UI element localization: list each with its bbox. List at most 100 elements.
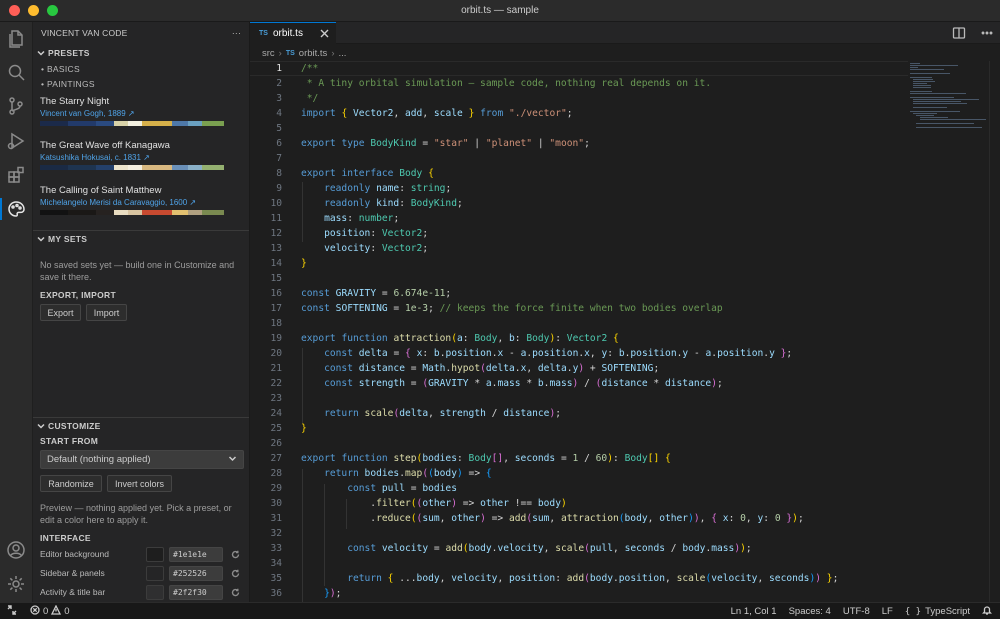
cursor-position[interactable]: Ln 1, Col 1 [731,606,777,617]
maximize-window-button[interactable] [47,5,58,16]
run-debug-icon[interactable] [6,131,26,151]
export-import-label: EXPORT, IMPORT [40,290,116,300]
language-label: TypeScript [925,606,970,617]
palette-extension-icon[interactable] [6,199,26,219]
problems-indicator[interactable]: 0 0 [30,604,70,618]
source-control-icon[interactable] [6,96,26,116]
export-button[interactable]: Export [40,304,81,321]
remote-indicator[interactable] [0,603,24,619]
minimap-line [913,87,931,88]
painting-preset-starry-night[interactable]: The Starry Night Vincent van Gogh, 1889 … [40,96,244,126]
extensions-icon[interactable] [6,165,26,185]
color-preview-box[interactable] [146,584,164,600]
code-line: 30 .filter((other) => other !== body) [270,498,567,509]
code-line: 36 }); [270,588,342,599]
minimap-line [910,97,954,98]
code-editor[interactable]: 1/** 2 * A tiny orbital simulation — sam… [250,61,908,602]
typescript-file-icon: TS [259,30,268,37]
painting-title: The Starry Night [40,96,110,107]
preset-group-basics[interactable]: • BASICS [41,64,80,74]
painting-preset-calling-of-saint-matthew[interactable]: The Calling of Saint Matthew Michelangel… [40,185,244,215]
preset-group-paintings[interactable]: • PAINTINGS [41,79,95,89]
minimize-window-button[interactable] [28,5,39,16]
vertical-scrollbar[interactable] [989,61,999,602]
chevron-right-icon: › [278,47,282,59]
color-preview-box[interactable] [146,546,164,562]
editor-actions [952,26,994,40]
code-line: 6 export type BodyKind = "star" | "planet… [276,138,590,149]
color-row-activity-title-bar: Activity & title bar #2f2f30 [40,584,244,600]
section-divider [33,230,249,231]
notifications-icon[interactable] [981,605,993,618]
chevron-right-icon: › [331,47,335,59]
color-swatch [114,165,128,170]
color-swatch [40,210,54,215]
color-swatch [82,210,96,215]
explorer-icon[interactable] [6,28,26,48]
code-line: 2 * A tiny orbital simulation — sample c… [276,78,712,89]
minimap-line [910,67,918,68]
color-swatch [158,210,172,215]
color-swatch [142,210,158,215]
import-button[interactable]: Import [86,304,127,321]
painting-title: The Calling of Saint Matthew [40,185,162,196]
color-swatch [82,165,96,170]
breadcrumb-symbol[interactable]: ... [338,48,346,59]
randomize-button[interactable]: Randomize [40,475,102,492]
reset-icon[interactable] [231,550,240,559]
split-editor-icon[interactable] [952,26,966,40]
color-swatch [172,165,188,170]
my-sets-section-header[interactable]: MY SETS [37,234,87,244]
reset-icon[interactable] [231,588,240,597]
account-icon[interactable] [6,540,26,560]
more-actions-button[interactable]: ··· [232,28,241,42]
color-hex-input[interactable]: #252526 [169,565,223,581]
minimap-line [913,101,961,102]
painting-preset-great-wave[interactable]: The Great Wave off Kanagawa Katsushika H… [40,140,244,170]
settings-gear-icon[interactable] [6,574,26,594]
start-from-select[interactable]: Default (nothing applied) [40,450,244,469]
language-mode[interactable]: { } TypeScript [905,606,970,617]
end-of-line[interactable]: LF [882,606,893,617]
painting-artist-link[interactable]: Vincent van Gogh, 1889 ↗ [40,109,244,118]
code-line: 18 [270,318,282,329]
status-bar: 0 0 Ln 1, Col 1 Spaces: 4 UTF-8 LF { } T… [0,602,1000,619]
breadcrumb-folder[interactable]: src [262,48,275,59]
reset-icon[interactable] [231,569,240,578]
presets-section-header[interactable]: PRESETS [37,48,90,58]
chevron-down-icon [37,49,45,57]
encoding[interactable]: UTF-8 [843,606,870,617]
close-window-button[interactable] [9,5,20,16]
code-line: 8 export interface Body { [276,168,434,179]
search-icon[interactable] [6,62,26,82]
more-actions-icon[interactable] [980,26,994,40]
customize-section-header[interactable]: CUSTOMIZE [37,421,101,431]
indentation[interactable]: Spaces: 4 [789,606,831,617]
color-swatch [40,121,54,126]
invert-colors-button[interactable]: Invert colors [107,475,172,492]
close-icon[interactable] [320,29,329,38]
preview-message: Preview — nothing applied yet. Pick a pr… [40,503,232,525]
code-line: 29 const pull = bodies [270,483,457,494]
painting-artist-link[interactable]: Michelangelo Merisi da Caravaggio, 1600 … [40,198,244,207]
color-hex-input[interactable]: #1e1e1e [169,546,223,562]
color-preview-box[interactable] [146,565,164,581]
color-swatch [188,165,202,170]
minimap-line [910,69,944,70]
breadcrumb-file[interactable]: orbit.ts [299,48,328,59]
typescript-file-icon: TS [285,49,295,57]
color-name: Editor background [40,549,109,559]
minimap[interactable] [908,61,988,141]
code-line: 16 const GRAVITY = 6.674e-11; [270,288,452,299]
painting-artist-link[interactable]: Katsushika Hokusai, c. 1831 ↗ [40,153,244,162]
color-swatch-strip [40,121,244,126]
code-line: 7 [276,153,282,164]
color-swatch [128,165,142,170]
minimap-line [910,65,958,66]
warning-count: 0 [64,605,70,617]
color-hex-input[interactable]: #2f2f30 [169,584,223,600]
code-line: 14} [270,258,307,269]
error-icon [30,604,40,618]
code-line: 23 [270,393,282,404]
tab-orbit-ts[interactable]: TS orbit.ts [250,22,336,44]
